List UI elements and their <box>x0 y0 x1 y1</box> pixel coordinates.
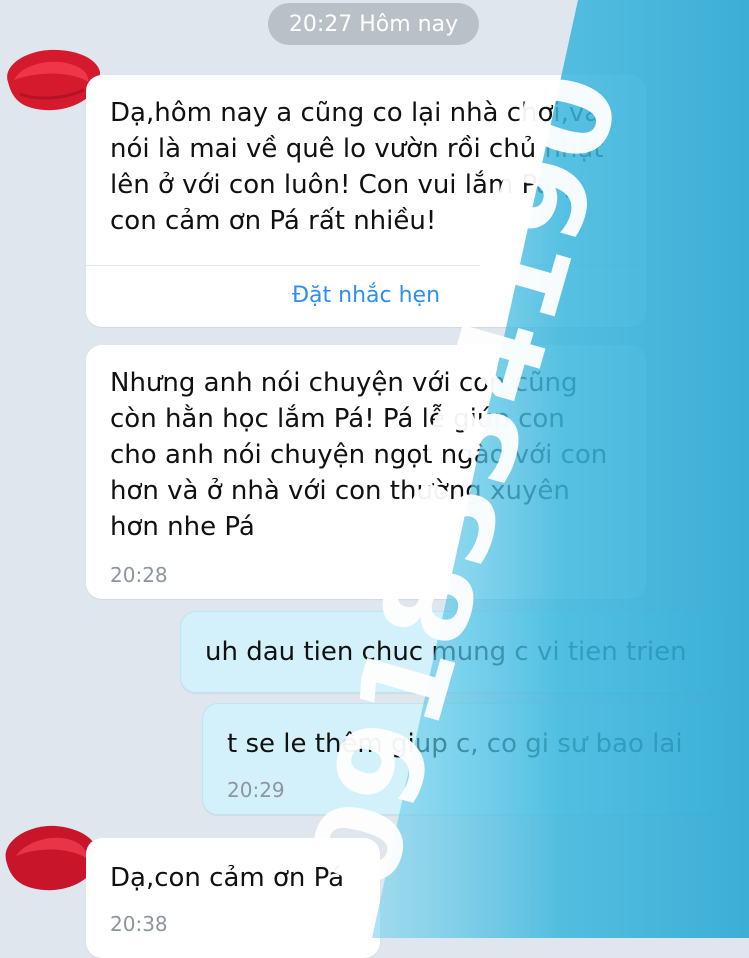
bubble-divider <box>86 265 646 266</box>
message-text: t se le thêm giup c, co gi sư bao lai <box>227 729 683 759</box>
message-time: 20:38 <box>110 912 168 936</box>
message-text: Dạ,con cảm ơn Pá <box>110 863 345 893</box>
date-divider: 20:27 Hôm nay <box>268 3 479 45</box>
set-reminder-link[interactable]: Đặt nhắc hẹn <box>86 283 646 308</box>
message-bubble[interactable]: Nhưng anh nói chuyện với con cũng còn hằ… <box>86 345 646 599</box>
message-text: uh dau tien chuc mung c vi tien trien <box>205 637 687 667</box>
avatar[interactable] <box>0 820 100 896</box>
message-bubble-outgoing[interactable]: uh dau tien chuc mung c vi tien trien <box>180 611 726 693</box>
message-text: Nhưng anh nói chuyện với con cũng còn hằ… <box>110 368 608 542</box>
message-time: 20:28 <box>110 563 168 587</box>
message-bubble[interactable]: Dạ,hôm nay a cũng co lại nhà chơi,và nói… <box>86 75 646 327</box>
avatar[interactable] <box>0 42 100 118</box>
message-text: Dạ,hôm nay a cũng co lại nhà chơi,và nói… <box>110 98 604 236</box>
message-bubble-outgoing[interactable]: t se le thêm giup c, co gi sư bao lai 20… <box>202 703 726 815</box>
message-time: 20:29 <box>227 778 285 802</box>
message-bubble[interactable]: Dạ,con cảm ơn Pá 20:38 <box>86 838 380 958</box>
